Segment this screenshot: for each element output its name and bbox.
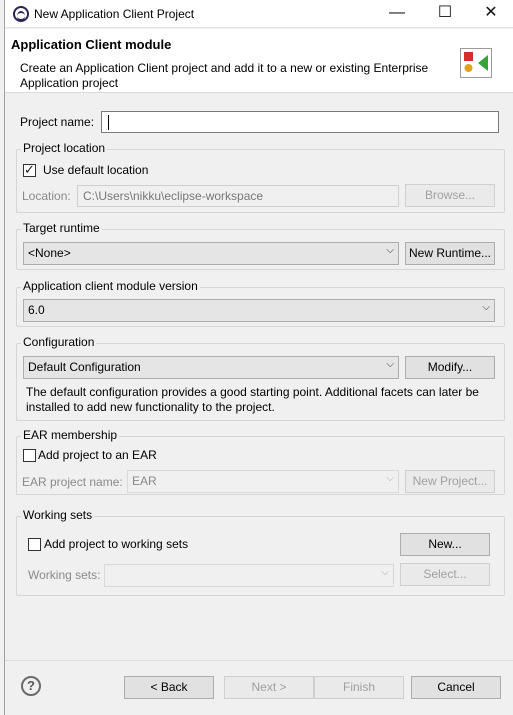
location-label: Location:: [22, 189, 71, 203]
use-default-location-checkbox[interactable]: [23, 162, 36, 178]
working-sets-select[interactable]: ⌵: [104, 564, 394, 587]
title-bar: New Application Client Project — ☐ ✕: [5, 0, 513, 28]
ear-project-select[interactable]: EAR ⌵: [127, 470, 399, 493]
maximize-button[interactable]: ☐: [424, 0, 466, 28]
chevron-down-icon: ⌵: [381, 567, 389, 578]
add-to-working-sets-checkbox[interactable]: [28, 538, 41, 551]
minimize-button[interactable]: —: [376, 0, 418, 28]
close-button[interactable]: ✕: [470, 0, 512, 28]
text-cursor: [108, 115, 109, 130]
new-working-set-button[interactable]: New...: [400, 533, 490, 556]
chevron-down-icon: ⌵: [386, 473, 394, 484]
group-title: Configuration: [21, 335, 97, 349]
modify-button[interactable]: Modify...: [405, 356, 495, 379]
group-title: Working sets: [21, 508, 95, 522]
wizard-title: Application Client module: [11, 37, 172, 52]
group-title: Application client module version: [21, 279, 200, 293]
location-input[interactable]: C:\Users\nikku\eclipse-workspace: [77, 185, 399, 207]
wizard-window: New Application Client Project — ☐ ✕ App…: [4, 0, 513, 715]
configuration-select[interactable]: Default Configuration ⌵: [23, 356, 399, 379]
project-name-label: Project name:: [20, 115, 95, 129]
wizard-banner-icon: [460, 48, 492, 78]
chevron-down-icon: ⌵: [386, 359, 394, 370]
footer-separator: [5, 660, 513, 661]
group-title: Project location: [21, 141, 108, 155]
project-name-input[interactable]: [101, 111, 499, 133]
wizard-header: Application Client module Create an Appl…: [5, 29, 513, 93]
window-title: New Application Client Project: [34, 7, 195, 21]
use-default-location-label: Use default location: [43, 163, 149, 177]
add-to-working-sets-label: Add project to working sets: [44, 537, 189, 551]
eclipse-icon: [13, 6, 29, 22]
wizard-description: Create an Application Client project and…: [20, 61, 429, 90]
configuration-description: The default configuration provides a goo…: [26, 385, 479, 414]
help-icon[interactable]: ?: [21, 676, 41, 696]
ear-project-name-label: EAR project name:: [22, 475, 123, 489]
target-runtime-select[interactable]: <None> ⌵: [23, 242, 399, 265]
group-title: Target runtime: [21, 221, 102, 235]
back-button[interactable]: < Back: [124, 676, 214, 699]
cancel-button[interactable]: Cancel: [411, 676, 501, 699]
add-to-ear-checkbox[interactable]: [23, 449, 36, 462]
new-project-button[interactable]: New Project...: [405, 470, 495, 493]
select-working-sets-button[interactable]: Select...: [400, 563, 490, 586]
next-button[interactable]: Next >: [224, 676, 314, 699]
module-version-select[interactable]: 6.0 ⌵: [23, 299, 495, 322]
chevron-down-icon: ⌵: [482, 302, 490, 313]
working-sets-label: Working sets:: [28, 568, 101, 582]
add-to-ear-label: Add project to an EAR: [38, 448, 157, 462]
browse-button[interactable]: Browse...: [405, 184, 495, 207]
group-title: EAR membership: [21, 428, 120, 442]
chevron-down-icon: ⌵: [386, 245, 394, 256]
new-runtime-button[interactable]: New Runtime...: [405, 242, 495, 265]
finish-button[interactable]: Finish: [314, 676, 404, 699]
